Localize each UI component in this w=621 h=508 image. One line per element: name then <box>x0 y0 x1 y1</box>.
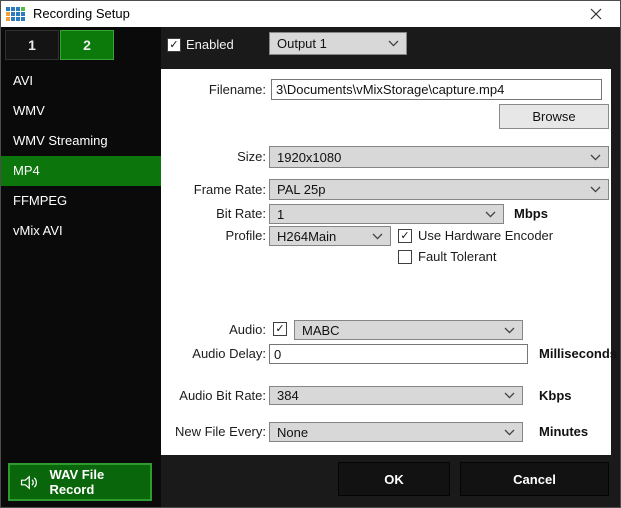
output-select[interactable]: Output 1 <box>269 32 407 55</box>
sidebar-item-vmix-avi[interactable]: vMix AVI <box>1 216 161 246</box>
new-file-every-select-value: None <box>277 425 308 440</box>
sidebar-item-ffmpeg[interactable]: FFMPEG <box>1 186 161 216</box>
dialog-body: 1 2 AVI WMV WMV Streaming MP4 FFMPEG vMi… <box>1 27 620 508</box>
new-file-every-select[interactable]: None <box>269 422 523 442</box>
fault-tolerant-label[interactable]: Fault Tolerant <box>418 249 497 264</box>
cancel-button-label: Cancel <box>513 472 556 487</box>
output-select-value: Output 1 <box>277 36 327 51</box>
dialog-title: Recording Setup <box>33 1 130 27</box>
chevron-down-icon <box>590 154 601 161</box>
audio-checkbox[interactable]: ✓ <box>273 322 287 336</box>
audio-label: Audio: <box>161 320 266 340</box>
wav-button-label: WAV File Record <box>50 467 150 497</box>
new-file-every-label: New File Every: <box>161 422 266 442</box>
check-icon: ✓ <box>169 40 178 51</box>
vmix-logo-icon <box>6 7 25 21</box>
use-hardware-encoder-checkbox[interactable]: ✓ <box>398 229 412 243</box>
settings-panel: Filename: Browse Size: 1920x1080 Frame R… <box>161 69 611 455</box>
audio-delay-label: Audio Delay: <box>161 344 266 364</box>
frame-rate-select-value: PAL 25p <box>277 182 325 197</box>
speaker-icon <box>20 474 39 491</box>
sidebar-item-wmv-streaming[interactable]: WMV Streaming <box>1 126 161 156</box>
title-bar: Recording Setup <box>1 1 620 27</box>
recorder-tab-2[interactable]: 2 <box>60 30 114 60</box>
browse-button[interactable]: Browse <box>499 104 609 129</box>
audio-bit-rate-select[interactable]: 384 <box>269 386 523 405</box>
bit-rate-label: Bit Rate: <box>161 204 266 224</box>
size-select[interactable]: 1920x1080 <box>269 146 609 168</box>
profile-label: Profile: <box>161 226 266 246</box>
new-file-every-unit: Minutes <box>539 422 588 442</box>
audio-bit-rate-label: Audio Bit Rate: <box>161 386 266 405</box>
recording-setup-dialog: Recording Setup 1 2 AVI WMV WMV Streamin… <box>0 0 621 508</box>
frame-rate-select[interactable]: PAL 25p <box>269 179 609 200</box>
fault-tolerant-checkbox[interactable] <box>398 250 412 264</box>
ok-button-label: OK <box>384 472 404 487</box>
sidebar: 1 2 AVI WMV WMV Streaming MP4 FFMPEG vMi… <box>1 27 161 508</box>
audio-select-value: MABC <box>302 323 340 338</box>
chevron-down-icon <box>485 211 496 218</box>
audio-select[interactable]: MABC <box>294 320 523 340</box>
wav-file-record-button[interactable]: WAV File Record <box>8 463 152 501</box>
profile-select-value: H264Main <box>277 229 336 244</box>
sidebar-item-mp4[interactable]: MP4 <box>1 156 161 186</box>
enabled-checkbox[interactable]: ✓ <box>167 38 181 52</box>
filename-label: Filename: <box>161 79 266 100</box>
ok-button[interactable]: OK <box>338 462 450 496</box>
bit-rate-select-value: 1 <box>277 207 284 222</box>
audio-bit-rate-select-value: 384 <box>277 388 299 403</box>
audio-bit-rate-unit: Kbps <box>539 386 572 405</box>
sidebar-item-avi[interactable]: AVI <box>1 66 161 96</box>
browse-button-label: Browse <box>532 109 575 124</box>
sidebar-item-wmv[interactable]: WMV <box>1 96 161 126</box>
frame-rate-label: Frame Rate: <box>161 179 266 200</box>
filename-input[interactable] <box>271 79 602 100</box>
profile-select[interactable]: H264Main <box>269 226 391 246</box>
use-hardware-encoder-label[interactable]: Use Hardware Encoder <box>418 228 553 243</box>
chevron-down-icon <box>504 392 515 399</box>
chevron-down-icon <box>590 186 601 193</box>
size-select-value: 1920x1080 <box>277 150 341 165</box>
recorder-tab-1[interactable]: 1 <box>5 30 59 60</box>
enabled-label[interactable]: Enabled <box>186 37 234 52</box>
close-button[interactable] <box>580 2 612 26</box>
bit-rate-select[interactable]: 1 <box>269 204 504 224</box>
check-icon: ✓ <box>400 231 409 242</box>
audio-delay-input[interactable] <box>269 344 528 364</box>
chevron-down-icon <box>388 40 399 47</box>
chevron-down-icon <box>504 327 515 334</box>
chevron-down-icon <box>504 429 515 436</box>
cancel-button[interactable]: Cancel <box>460 462 609 496</box>
bit-rate-unit: Mbps <box>514 204 548 224</box>
check-icon: ✓ <box>275 324 284 335</box>
audio-delay-unit: Milliseconds <box>539 344 617 364</box>
size-label: Size: <box>161 146 266 168</box>
close-icon <box>590 8 602 20</box>
chevron-down-icon <box>372 233 383 240</box>
